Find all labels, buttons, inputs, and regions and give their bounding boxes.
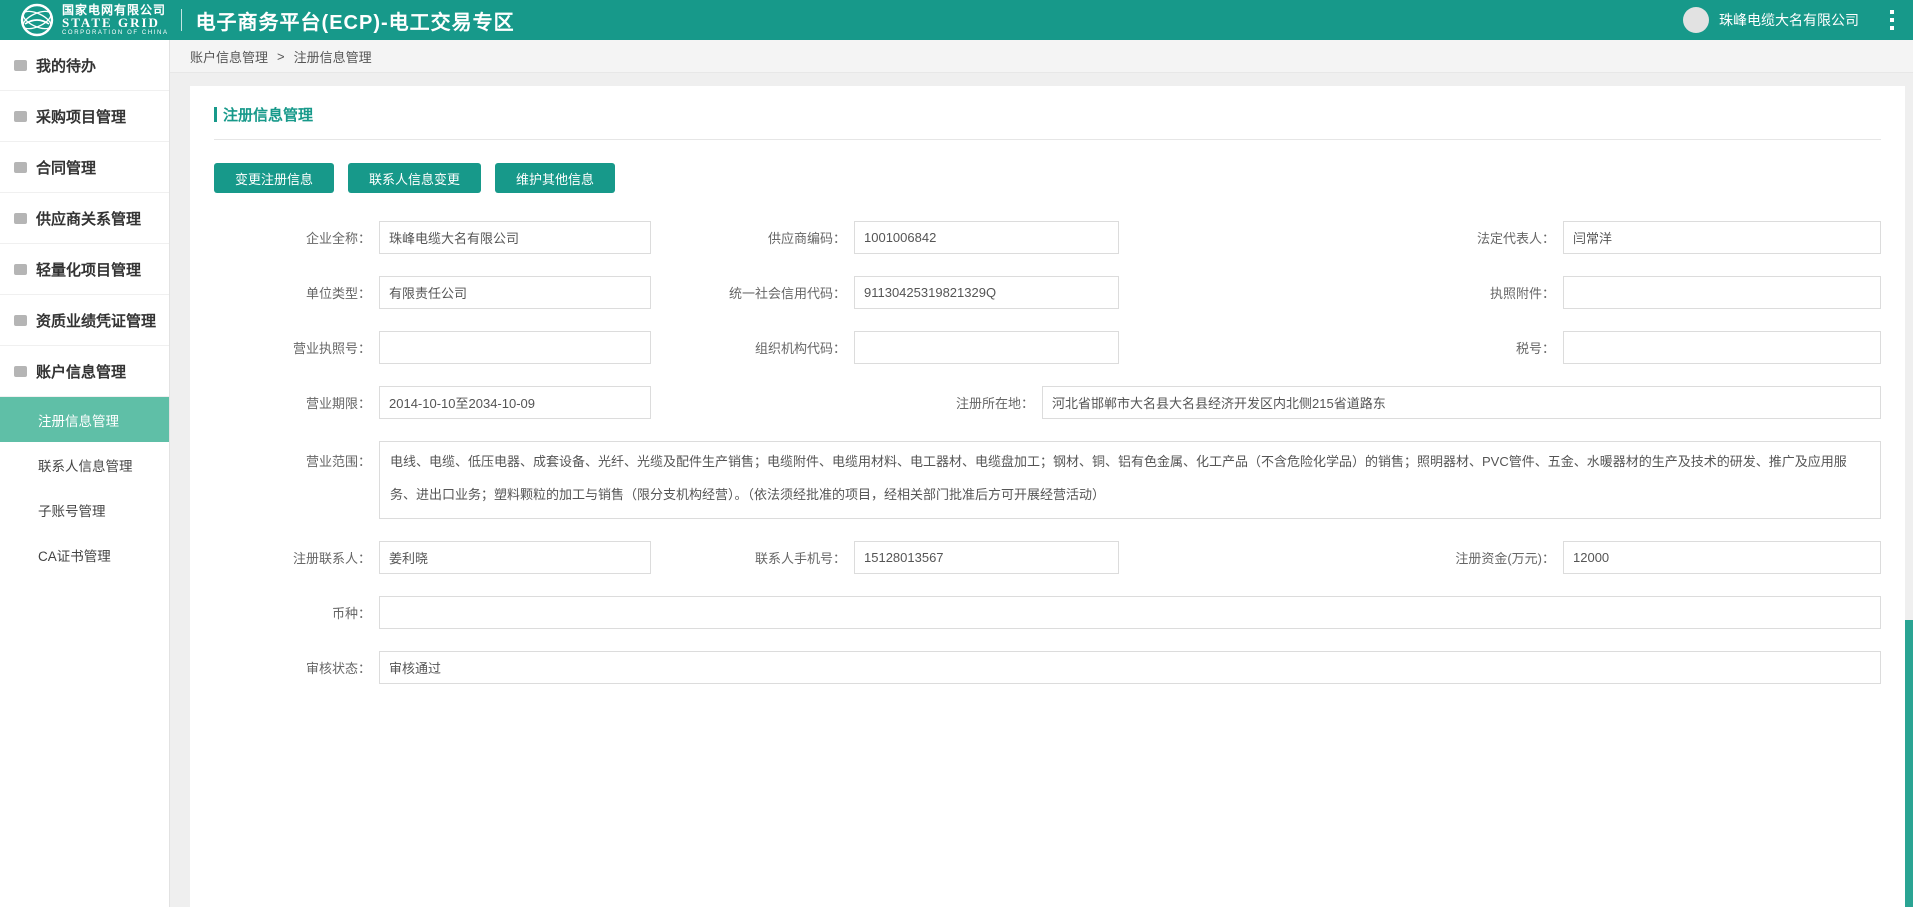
sidebar-item-procurement-project-mgmt[interactable]: 采购项目管理 <box>0 91 169 142</box>
sidebar-item-label: 合同管理 <box>36 157 96 178</box>
user-avatar[interactable] <box>1683 7 1709 33</box>
sidebar-item-my-todo[interactable]: 我的待办 <box>0 40 169 91</box>
company-name-input[interactable] <box>379 221 651 254</box>
app-title: 电子商务平台(ECP)-电工交易专区 <box>196 6 515 35</box>
menu-square-icon <box>14 264 27 275</box>
menu-square-icon <box>14 162 27 173</box>
maintain-other-info-button[interactable]: 维护其他信息 <box>495 163 615 193</box>
form-row: 审核状态： <box>214 651 1881 684</box>
legal-representative-label: 法定代表人： <box>1126 228 1563 247</box>
company-name-label: 企业全称： <box>214 228 379 247</box>
change-contact-info-button[interactable]: 联系人信息变更 <box>348 163 481 193</box>
sidebar-subitem-label: CA证书管理 <box>38 545 111 565</box>
form-row: 币种： <box>214 596 1881 629</box>
state-grid-logo: 国家电网有限公司 STATE GRID CORPORATION OF CHINA <box>20 3 169 37</box>
legal-representative-input[interactable] <box>1563 221 1881 254</box>
sidebar-item-supplier-relations-mgmt[interactable]: 供应商关系管理 <box>0 193 169 244</box>
menu-square-icon <box>14 111 27 122</box>
sidebar-subitem-ca-certificate-mgmt[interactable]: CA证书管理 <box>0 532 169 577</box>
audit-status-label: 审核状态： <box>214 658 379 677</box>
form-row: 注册联系人： 联系人手机号： 注册资金(万元)： <box>214 541 1881 574</box>
sidebar-subitem-registration-info-mgmt[interactable]: 注册信息管理 <box>0 397 169 442</box>
business-scope-textarea[interactable]: 电线、电缆、低压电器、成套设备、光纤、光缆及配件生产销售；电缆附件、电缆用材料、… <box>379 441 1881 519</box>
breadcrumb-account-info-mgmt[interactable]: 账户信息管理 <box>190 47 268 66</box>
unit-type-label: 单位类型： <box>214 283 379 302</box>
main-content: 账户信息管理 > 注册信息管理 注册信息管理 变更注册信息 联系人信息变更 维护… <box>170 40 1913 907</box>
supplier-code-input[interactable] <box>854 221 1119 254</box>
sidebar-item-label: 供应商关系管理 <box>36 208 141 229</box>
license-attachment-input[interactable] <box>1563 276 1881 309</box>
header-divider <box>181 9 182 31</box>
page-title: 注册信息管理 <box>223 104 313 125</box>
vertical-scrollbar[interactable] <box>1905 40 1913 907</box>
form-row: 企业全称： 供应商编码： 法定代表人： <box>214 221 1881 254</box>
breadcrumb-separator: > <box>277 49 285 64</box>
tax-no-label: 税号： <box>1126 338 1563 357</box>
sidebar-item-contract-mgmt[interactable]: 合同管理 <box>0 142 169 193</box>
currency-label: 币种： <box>214 603 379 622</box>
unit-type-input[interactable] <box>379 276 651 309</box>
menu-square-icon <box>14 366 27 377</box>
sidebar-subitem-subaccount-mgmt[interactable]: 子账号管理 <box>0 487 169 532</box>
registered-address-label: 注册所在地： <box>674 393 1042 412</box>
sidebar-subitem-contact-info-mgmt[interactable]: 联系人信息管理 <box>0 442 169 487</box>
sidebar-item-qualification-certificate-mgmt[interactable]: 资质业绩凭证管理 <box>0 295 169 346</box>
sidebar-item-label: 资质业绩凭证管理 <box>36 310 156 331</box>
credit-code-label: 统一社会信用代码： <box>674 283 854 302</box>
form-row: 营业期限： 注册所在地： <box>214 386 1881 419</box>
license-attachment-label: 执照附件： <box>1126 283 1563 302</box>
form-row: 营业执照号： 组织机构代码： 税号： <box>214 331 1881 364</box>
user-name[interactable]: 珠峰电缆大名有限公司 <box>1719 10 1859 30</box>
sidebar-subitem-label: 注册信息管理 <box>38 410 119 430</box>
registered-capital-input[interactable] <box>1563 541 1881 574</box>
business-license-no-label: 营业执照号： <box>214 338 379 357</box>
registered-capital-label: 注册资金(万元)： <box>1126 548 1563 567</box>
sidebar-item-account-info-mgmt[interactable]: 账户信息管理 <box>0 346 169 397</box>
form-row: 营业范围： 电线、电缆、低压电器、成套设备、光纤、光缆及配件生产销售；电缆附件、… <box>214 441 1881 519</box>
currency-input[interactable] <box>379 596 1881 629</box>
sidebar-subitem-label: 子账号管理 <box>38 500 106 520</box>
app-header: 国家电网有限公司 STATE GRID CORPORATION OF CHINA… <box>0 0 1913 40</box>
org-code-label: 组织机构代码： <box>674 338 854 357</box>
registered-contact-input[interactable] <box>379 541 651 574</box>
business-term-label: 营业期限： <box>214 393 379 412</box>
sidebar-item-label: 账户信息管理 <box>36 361 126 382</box>
registered-contact-label: 注册联系人： <box>214 548 379 567</box>
audit-status-input[interactable] <box>379 651 1881 684</box>
business-scope-label: 营业范围： <box>214 441 379 470</box>
menu-square-icon <box>14 213 27 224</box>
title-accent-bar <box>214 107 217 122</box>
logo-company-sub: CORPORATION OF CHINA <box>62 30 169 36</box>
scrollbar-thumb[interactable] <box>1905 620 1913 907</box>
business-term-input[interactable] <box>379 386 651 419</box>
registered-address-input[interactable] <box>1042 386 1881 419</box>
breadcrumb-registration-info-mgmt[interactable]: 注册信息管理 <box>294 47 372 66</box>
contact-mobile-input[interactable] <box>854 541 1119 574</box>
form-row: 单位类型： 统一社会信用代码： 执照附件： <box>214 276 1881 309</box>
registration-info-card: 注册信息管理 变更注册信息 联系人信息变更 维护其他信息 企业全称： 供应商编码… <box>190 86 1905 907</box>
sidebar-item-lightweight-project-mgmt[interactable]: 轻量化项目管理 <box>0 244 169 295</box>
registration-form: 企业全称： 供应商编码： 法定代表人： 单位类型： <box>214 221 1881 684</box>
logo-text: 国家电网有限公司 STATE GRID CORPORATION OF CHINA <box>62 4 169 37</box>
more-menu-icon[interactable] <box>1887 7 1897 33</box>
sidebar-nav: 我的待办 采购项目管理 合同管理 供应商关系管理 轻量化项目管理 资质业绩凭证管… <box>0 40 170 907</box>
breadcrumb: 账户信息管理 > 注册信息管理 <box>170 40 1913 73</box>
supplier-code-label: 供应商编码： <box>674 228 854 247</box>
change-registration-info-button[interactable]: 变更注册信息 <box>214 163 334 193</box>
contact-mobile-label: 联系人手机号： <box>674 548 854 567</box>
sidebar-item-label: 轻量化项目管理 <box>36 259 141 280</box>
org-code-input[interactable] <box>854 331 1119 364</box>
menu-square-icon <box>14 60 27 71</box>
sidebar-subitem-label: 联系人信息管理 <box>38 455 133 475</box>
credit-code-input[interactable] <box>854 276 1119 309</box>
sidebar-item-label: 采购项目管理 <box>36 106 126 127</box>
tax-no-input[interactable] <box>1563 331 1881 364</box>
state-grid-globe-icon <box>20 3 54 37</box>
menu-square-icon <box>14 315 27 326</box>
business-license-no-input[interactable] <box>379 331 651 364</box>
toolbar: 变更注册信息 联系人信息变更 维护其他信息 <box>214 163 1881 193</box>
title-divider <box>214 139 1881 140</box>
sidebar-item-label: 我的待办 <box>36 55 96 76</box>
logo-company-en: STATE GRID <box>62 16 169 30</box>
